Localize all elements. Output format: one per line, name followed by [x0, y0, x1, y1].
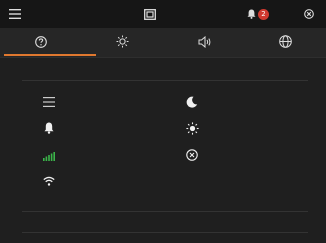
active-tab-indicator [4, 54, 96, 56]
bell-icon [44, 122, 54, 134]
tab-bar [0, 28, 326, 58]
disable-option[interactable] [185, 148, 199, 162]
tab-brightness[interactable] [82, 28, 163, 55]
bell-icon [247, 9, 256, 19]
top-bar: 2 [0, 0, 326, 28]
day-mode-option[interactable] [185, 121, 199, 135]
brightness-icon [116, 35, 129, 48]
close-circle-icon [186, 149, 198, 161]
notification-option[interactable] [42, 121, 56, 135]
tab-volume[interactable] [164, 28, 245, 55]
divider [22, 211, 308, 212]
wifi-option[interactable] [42, 174, 56, 188]
notifications-button[interactable]: 2 [241, 0, 275, 28]
screen-icon [144, 8, 156, 20]
screen-button[interactable] [139, 0, 161, 28]
signal-icon [43, 151, 55, 161]
wifi-icon [43, 176, 55, 186]
volume-icon [198, 35, 210, 48]
close-button[interactable] [298, 0, 320, 28]
help-icon [34, 35, 47, 48]
signal-option[interactable] [42, 149, 56, 163]
notification-badge: 2 [258, 8, 269, 20]
night-mode-option[interactable] [185, 95, 199, 109]
moon-icon [186, 96, 198, 108]
close-circle-icon [304, 9, 314, 19]
tab-help[interactable] [0, 28, 81, 55]
menu-icon [43, 97, 55, 107]
divider [22, 80, 308, 81]
menu-icon [9, 9, 21, 19]
tab-language[interactable] [245, 28, 326, 55]
divider [22, 232, 308, 233]
sun-icon [185, 121, 199, 135]
globe-icon [279, 35, 292, 48]
list-mode-option[interactable] [42, 95, 56, 109]
menu-button[interactable] [4, 0, 26, 28]
